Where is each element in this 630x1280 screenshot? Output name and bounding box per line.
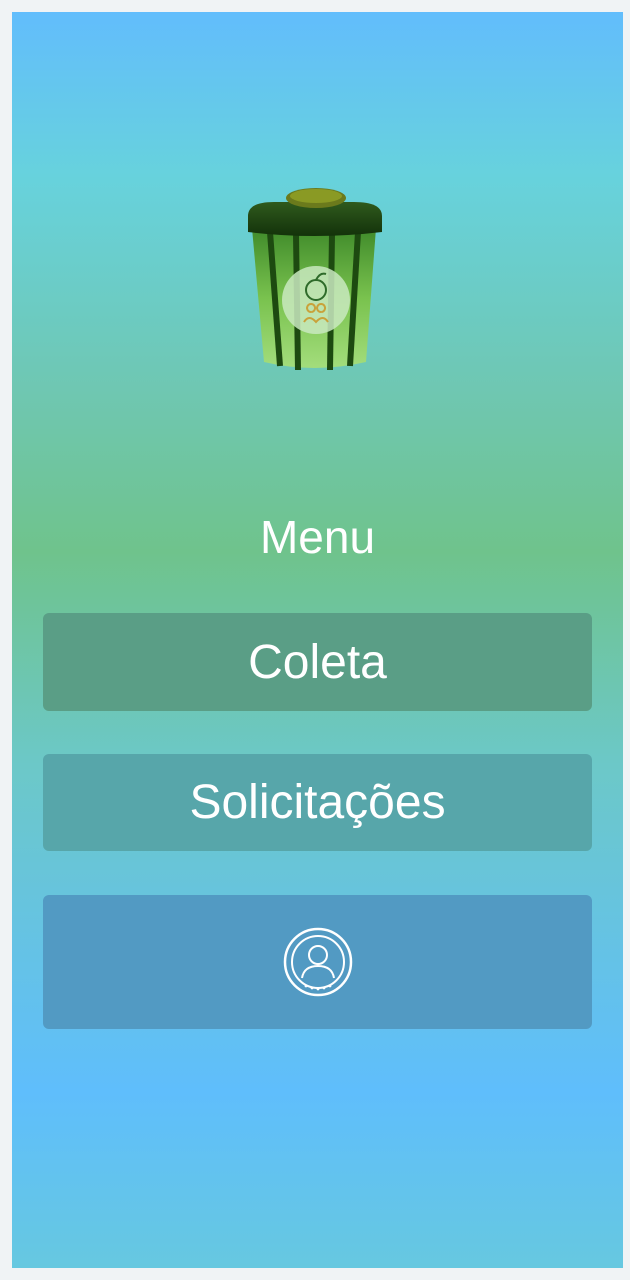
user-profile-icon	[283, 927, 352, 997]
recycling-bin-logo	[248, 188, 382, 371]
app-screen: Menu Coleta Solicitações	[12, 12, 623, 1268]
page-title: Menu	[259, 511, 376, 563]
profile-button[interactable]	[43, 895, 592, 1029]
solicitacoes-button[interactable]: Solicitações	[43, 754, 592, 851]
coleta-button[interactable]: Coleta	[43, 613, 592, 711]
